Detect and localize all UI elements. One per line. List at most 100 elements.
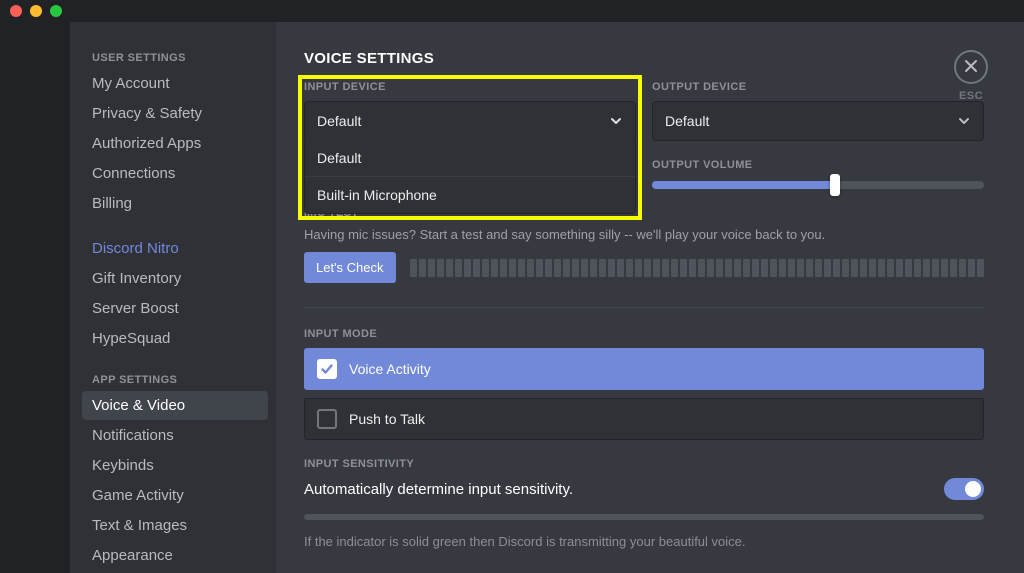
button-label: Let's Check — [316, 260, 384, 275]
mic-meter-segment — [437, 259, 444, 277]
mic-meter-segment — [644, 259, 651, 277]
sidebar-item-connections[interactable]: Connections — [82, 159, 268, 188]
mic-meter-segment — [491, 259, 498, 277]
input-device-selected: Default — [317, 113, 361, 129]
mic-meter-segment — [896, 259, 903, 277]
dropdown-option-label: Default — [317, 150, 361, 166]
sidebar-item-my-account[interactable]: My Account — [82, 69, 268, 98]
mic-meter-segment — [941, 259, 948, 277]
output-device-selected: Default — [665, 113, 709, 129]
mic-meter-segment — [797, 259, 804, 277]
slider-fill — [652, 181, 835, 189]
sidebar-item-text-images[interactable]: Text & Images — [82, 511, 268, 540]
input-device-label: Input Device — [304, 81, 636, 93]
radio-label: Voice Activity — [349, 361, 431, 377]
mic-meter-segment — [671, 259, 678, 277]
toggle-knob — [965, 481, 981, 497]
sidebar-item-authorized-apps[interactable]: Authorized Apps — [82, 129, 268, 158]
slider-thumb[interactable] — [830, 174, 840, 196]
mic-meter-segment — [824, 259, 831, 277]
mic-meter-segment — [446, 259, 453, 277]
sidebar-item-label: Voice & Video — [92, 397, 185, 414]
traffic-close[interactable] — [10, 5, 22, 17]
output-device-select[interactable]: Default — [652, 101, 984, 141]
output-device-label: Output Device — [652, 81, 984, 93]
mic-meter-segment — [554, 259, 561, 277]
sidebar-item-game-activity[interactable]: Game Activity — [82, 481, 268, 510]
sidebar-item-privacy-safety[interactable]: Privacy & Safety — [82, 99, 268, 128]
close-button[interactable] — [954, 50, 988, 84]
auto-sensitivity-label: Automatically determine input sensitivit… — [304, 481, 573, 498]
mic-meter-segment — [716, 259, 723, 277]
sidebar-item-label: Gift Inventory — [92, 270, 181, 287]
checkbox-icon — [317, 409, 337, 429]
input-device-select[interactable]: Default Default Built-in Microphone — [304, 101, 636, 141]
input-mode-push-to-talk[interactable]: Push to Talk — [304, 398, 984, 440]
close-stack: ESC — [954, 50, 988, 102]
sidebar-item-label: Discord Nitro — [92, 240, 179, 257]
mic-meter-segment — [428, 259, 435, 277]
sidebar-item-hypesquad[interactable]: HypeSquad — [82, 324, 268, 353]
input-device-option-default[interactable]: Default — [305, 140, 635, 176]
mic-meter-segment — [518, 259, 525, 277]
radio-label: Push to Talk — [349, 411, 425, 427]
mic-meter-segment — [698, 259, 705, 277]
mic-meter-segment — [806, 259, 813, 277]
mic-meter-segment — [527, 259, 534, 277]
close-icon — [963, 58, 979, 77]
mic-meter-segment — [752, 259, 759, 277]
mic-meter-segment — [959, 259, 966, 277]
sidebar-item-server-boost[interactable]: Server Boost — [82, 294, 268, 323]
divider — [304, 307, 984, 308]
sidebar-item-appearance[interactable]: Appearance — [82, 541, 268, 570]
sidebar-item-label: Billing — [92, 195, 132, 212]
mic-meter-segment — [878, 259, 885, 277]
lets-check-button[interactable]: Let's Check — [304, 252, 396, 283]
sidebar-item-label: Keybinds — [92, 457, 154, 474]
mic-meter-segment — [455, 259, 462, 277]
mic-meter-segment — [599, 259, 606, 277]
chevron-down-icon — [609, 114, 623, 128]
sidebar-item-discord-nitro[interactable]: Discord Nitro — [82, 234, 268, 263]
mic-meter-segment — [851, 259, 858, 277]
input-device-block: Input Device Default Default Built-in Mi… — [304, 81, 636, 189]
sidebar-item-notifications[interactable]: Notifications — [82, 421, 268, 450]
sidebar-item-label: Authorized Apps — [92, 135, 201, 152]
settings-sidebar: User Settings My Account Privacy & Safet… — [70, 22, 276, 573]
mic-meter-segment — [950, 259, 957, 277]
output-volume-label: Output Volume — [652, 159, 984, 171]
traffic-minimize[interactable] — [30, 5, 42, 17]
mic-meter-segment — [419, 259, 426, 277]
mic-meter-segment — [680, 259, 687, 277]
mic-meter-segment — [689, 259, 696, 277]
mic-meter-segment — [833, 259, 840, 277]
input-mode-voice-activity[interactable]: Voice Activity — [304, 348, 984, 390]
mic-meter-segment — [860, 259, 867, 277]
sidebar-item-label: Privacy & Safety — [92, 105, 202, 122]
sidebar-item-voice-video[interactable]: Voice & Video — [82, 391, 268, 420]
sidebar-item-gift-inventory[interactable]: Gift Inventory — [82, 264, 268, 293]
mic-meter-segment — [761, 259, 768, 277]
sensitivity-bar — [304, 514, 984, 520]
mic-meter-segment — [842, 259, 849, 277]
sidebar-item-keybinds[interactable]: Keybinds — [82, 451, 268, 480]
sidebar-item-label: HypeSquad — [92, 330, 170, 347]
output-volume-slider[interactable] — [652, 181, 984, 189]
mic-meter-segment — [536, 259, 543, 277]
sidebar-item-label: Game Activity — [92, 487, 184, 504]
mic-meter-segment — [734, 259, 741, 277]
traffic-zoom[interactable] — [50, 5, 62, 17]
mic-meter-segment — [608, 259, 615, 277]
sidebar-item-billing[interactable]: Billing — [82, 189, 268, 218]
input-sensitivity-label: Input Sensitivity — [304, 458, 984, 470]
sidebar-item-label: Text & Images — [92, 517, 187, 534]
mic-meter-segment — [563, 259, 570, 277]
checkbox-icon — [317, 359, 337, 379]
mic-meter-segment — [707, 259, 714, 277]
mic-meter-segment — [482, 259, 489, 277]
window-titlebar — [0, 0, 1024, 22]
auto-sensitivity-toggle[interactable] — [944, 478, 984, 500]
chevron-down-icon — [957, 114, 971, 128]
input-device-option-builtin[interactable]: Built-in Microphone — [305, 176, 635, 213]
sensitivity-note: If the indicator is solid green then Dis… — [304, 534, 984, 549]
